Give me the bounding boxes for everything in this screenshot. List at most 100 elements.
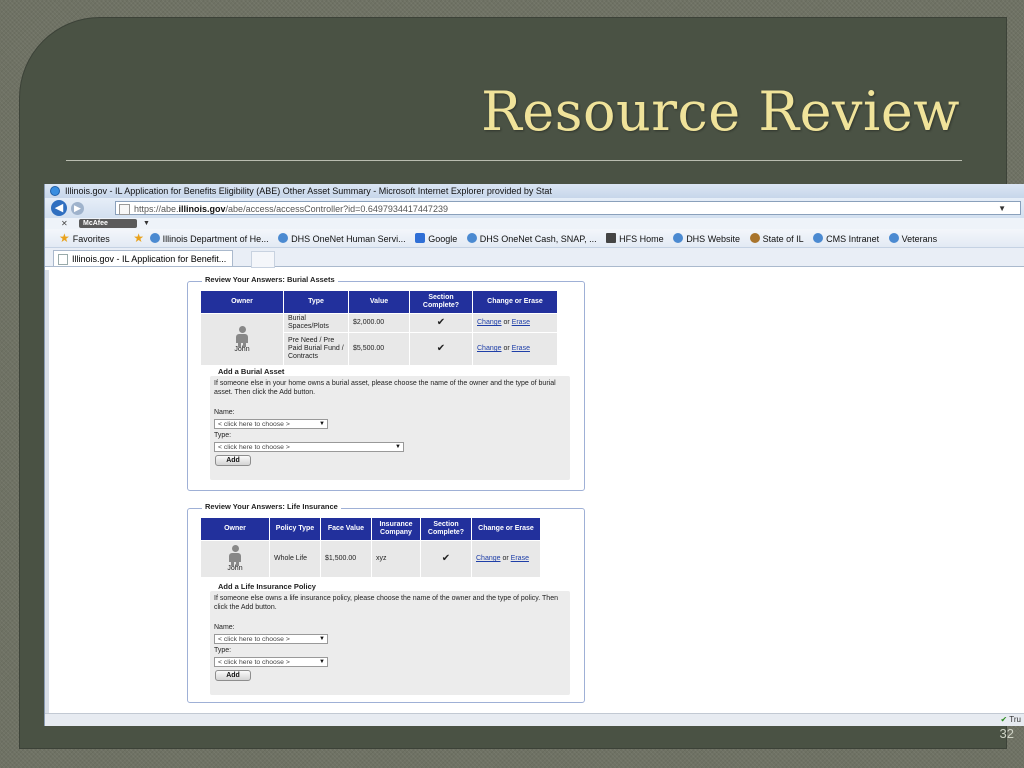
- mcafee-button[interactable]: McAfee: [79, 219, 137, 228]
- window-title: Illinois.gov - IL Application for Benefi…: [65, 186, 552, 196]
- name-label: Name:: [214, 624, 235, 631]
- panel-legend: Review Your Answers: Life Insurance: [202, 502, 341, 511]
- erase-link[interactable]: Erase: [512, 345, 530, 352]
- change-link[interactable]: Change: [477, 319, 502, 326]
- dropdown-arrow-icon: ▼: [319, 659, 325, 665]
- left-edge: [45, 270, 49, 714]
- burial-assets-table: Owner Type Value Section Complete? Chang…: [200, 290, 558, 366]
- add-favorite-icon[interactable]: ★: [133, 231, 144, 245]
- table-header-row: Owner Policy Type Face Value Insurance C…: [200, 517, 541, 541]
- column-header: Face Value: [320, 517, 372, 541]
- column-header: Change or Erase: [472, 290, 558, 314]
- change-erase-cell: Change or Erase: [472, 313, 558, 333]
- type-label: Type:: [214, 432, 232, 439]
- dropdown-arrow-icon: ▼: [319, 421, 325, 427]
- table-row: John Whole Life $1,500.00 xyz ✔ Change o…: [200, 540, 541, 578]
- add-burial-button[interactable]: Add: [215, 455, 251, 466]
- url-host: illinois.gov: [178, 204, 226, 214]
- erase-link[interactable]: Erase: [512, 319, 530, 326]
- google-icon: [415, 233, 426, 243]
- ie-page-icon: [888, 233, 899, 243]
- document-icon: [58, 254, 68, 265]
- favorite-link[interactable]: Google: [415, 230, 457, 247]
- column-header: Section Complete?: [409, 290, 473, 314]
- tab-title: Illinois.gov - IL Application for Benefi…: [72, 254, 227, 264]
- change-link[interactable]: Change: [477, 345, 502, 352]
- checkmark-icon: ✔: [420, 540, 472, 578]
- chevron-down-icon[interactable]: ▼: [143, 218, 150, 229]
- add-burial-heading: Add a Burial Asset: [218, 367, 285, 376]
- change-erase-cell: Change or Erase: [472, 332, 558, 366]
- add-life-button[interactable]: Add: [215, 670, 251, 681]
- burial-assets-panel: Review Your Answers: Burial Assets Owner…: [187, 275, 585, 491]
- favorite-link[interactable]: DHS OneNet Human Servi...: [278, 230, 406, 247]
- column-header: Policy Type: [269, 517, 321, 541]
- ie-page-icon: [813, 233, 824, 243]
- url-prefix: https://abe.: [134, 204, 179, 214]
- title-divider: [66, 160, 962, 161]
- slide-title: Resource Review: [481, 80, 960, 143]
- owner-cell: John: [200, 313, 284, 366]
- asset-type: Burial Spaces/Plots: [283, 313, 349, 333]
- add-life-section: If someone else owns a life insurance po…: [210, 591, 570, 695]
- asset-type-select[interactable]: < click here to choose > ▼: [214, 442, 404, 452]
- name-label: Name:: [214, 409, 235, 416]
- person-icon: [229, 545, 241, 566]
- security-zone: ✔ Tru: [1000, 715, 1021, 724]
- column-header: Change or Erase: [471, 517, 541, 541]
- erase-link[interactable]: Erase: [511, 555, 529, 562]
- favorite-link[interactable]: CMS Intranet: [813, 230, 879, 247]
- favorites-star-icon: ★: [59, 231, 70, 245]
- type-label: Type:: [214, 647, 232, 654]
- address-dropdown-icon[interactable]: ▼: [998, 202, 1006, 216]
- address-row: ◀ ▶ https://abe.illinois.gov/abe/access/…: [45, 198, 1024, 218]
- owner-name: John: [227, 565, 243, 572]
- dropdown-arrow-icon: ▼: [395, 444, 401, 450]
- url-path: /abe/access/accessController?id=0.649793…: [225, 204, 448, 214]
- favorite-link[interactable]: HFS Home: [606, 230, 664, 247]
- change-link[interactable]: Change: [476, 555, 501, 562]
- change-erase-cell: Change or Erase: [471, 540, 541, 578]
- checkmark-icon: ✔: [409, 332, 473, 366]
- favorite-link[interactable]: Illinois Department of He...: [149, 230, 269, 247]
- life-insurance-panel: Review Your Answers: Life Insurance Owne…: [187, 502, 585, 703]
- instructions: If someone else owns a life insurance po…: [214, 595, 558, 611]
- close-icon[interactable]: ✕: [61, 218, 68, 229]
- owner-name-select[interactable]: < click here to choose > ▼: [214, 634, 328, 644]
- column-header: Type: [283, 290, 349, 314]
- forward-arrow-icon[interactable]: ▶: [71, 202, 84, 215]
- ie-logo-icon: [50, 186, 60, 196]
- column-header: Insurance Company: [371, 517, 421, 541]
- checkmark-icon: ✔: [409, 313, 473, 333]
- address-bar[interactable]: https://abe.illinois.gov/abe/access/acce…: [115, 201, 1021, 215]
- add-life-heading: Add a Life Insurance Policy: [218, 582, 316, 591]
- page-content: Review Your Answers: Burial Assets Owner…: [45, 270, 1024, 714]
- favorite-link[interactable]: DHS OneNet Cash, SNAP, ...: [466, 230, 597, 247]
- window-titlebar: Illinois.gov - IL Application for Benefi…: [45, 184, 1024, 198]
- tab-row: Illinois.gov - IL Application for Benefi…: [45, 248, 1024, 268]
- policy-type-select[interactable]: < click here to choose > ▼: [214, 657, 328, 667]
- column-header: Owner: [200, 290, 284, 314]
- favorite-link[interactable]: State of IL: [749, 230, 804, 247]
- ie-page-icon: [673, 233, 684, 243]
- instructions: If someone else in your home owns a buri…: [214, 380, 556, 396]
- hfs-icon: [606, 233, 617, 243]
- favorites-button[interactable]: Favorites: [73, 230, 110, 247]
- table-row: John Burial Spaces/Plots $2,000.00 ✔ Cha…: [200, 313, 558, 366]
- life-insurance-table: Owner Policy Type Face Value Insurance C…: [200, 517, 541, 578]
- asset-value: $5,500.00: [348, 332, 410, 366]
- owner-name-select[interactable]: < click here to choose > ▼: [214, 419, 328, 429]
- asset-type: Pre Need / Pre Paid Burial Fund / Contra…: [283, 332, 349, 366]
- favorite-link[interactable]: DHS Website: [673, 230, 740, 247]
- favorite-link[interactable]: Veterans: [888, 230, 937, 247]
- site-icon: [149, 233, 160, 243]
- addon-toolbar: ✕ McAfee ▼: [45, 218, 1024, 229]
- ie-page-icon: [466, 233, 477, 243]
- back-arrow-icon[interactable]: ◀: [51, 200, 67, 216]
- policy-type: Whole Life: [269, 540, 321, 578]
- new-tab-button[interactable]: [251, 251, 275, 268]
- slide-number: 32: [999, 726, 1014, 741]
- ie-page-icon: [278, 233, 289, 243]
- browser-tab[interactable]: Illinois.gov - IL Application for Benefi…: [53, 250, 234, 266]
- page-icon: [119, 204, 130, 215]
